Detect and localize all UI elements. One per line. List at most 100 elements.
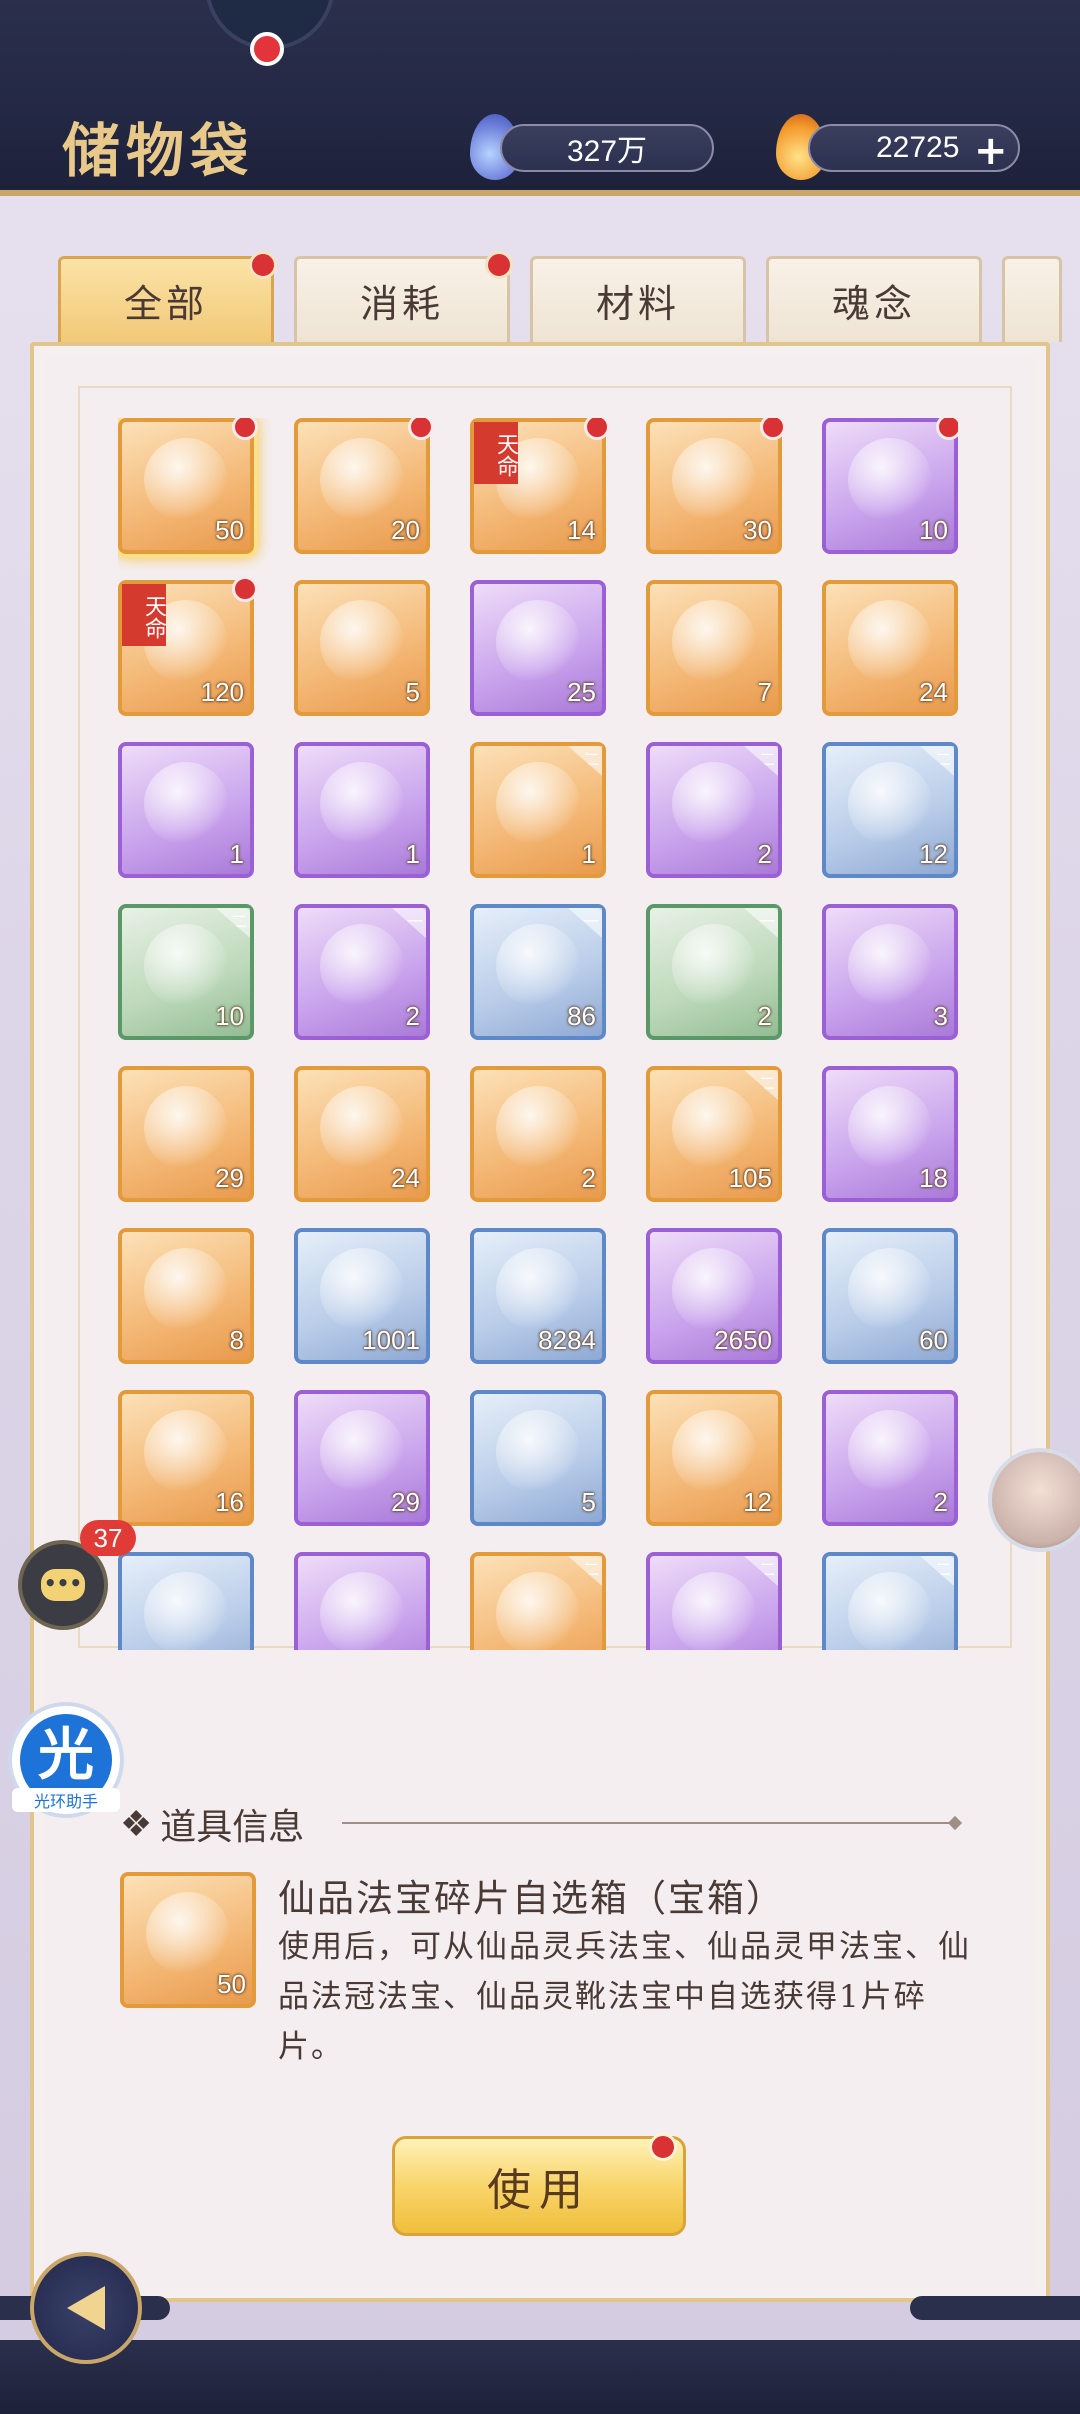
tab-more[interactable]: [1002, 256, 1062, 342]
tab-all[interactable]: 全部: [58, 251, 277, 342]
item-slot[interactable]: 7: [646, 580, 782, 716]
item-slot[interactable]: 60: [822, 1228, 958, 1364]
item-slot[interactable]: 1: [118, 742, 254, 878]
tab-consumables[interactable]: 消耗: [294, 251, 513, 342]
item-slot[interactable]: 1: [294, 742, 430, 878]
item-slot[interactable]: 一 86: [470, 904, 606, 1040]
item-icon: [496, 762, 580, 846]
item-slot[interactable]: 30: [646, 418, 786, 554]
item-slot[interactable]: 12: [646, 1390, 782, 1526]
notification-dot: [936, 418, 958, 440]
item-slot[interactable]: 2: [470, 1066, 606, 1202]
item-icon: [144, 438, 228, 522]
tab-label: 全部: [123, 282, 208, 326]
item-slot[interactable]: 8: [118, 1228, 254, 1364]
item-slot[interactable]: 一2: [294, 904, 430, 1040]
item-slot[interactable]: 二: [822, 1552, 958, 1650]
item-icon: [672, 924, 756, 1008]
item-slot[interactable]: 二 12: [822, 742, 958, 878]
notification-dot: [232, 576, 258, 602]
back-arrow-icon: [67, 2286, 105, 2330]
item-slot[interactable]: 天命 14: [470, 418, 610, 554]
item-icon: [320, 600, 404, 684]
item-slot[interactable]: 2650: [646, 1228, 782, 1364]
item-count: 86: [567, 1001, 596, 1031]
item-icon: [144, 924, 228, 1008]
page-title: 储物袋: [62, 117, 255, 185]
item-count: 18: [919, 1163, 948, 1193]
item-slot[interactable]: 二 10: [118, 904, 254, 1040]
item-count: 2: [757, 1001, 772, 1031]
item-slot[interactable]: 天命 120: [118, 576, 258, 716]
item-slot[interactable]: 24: [822, 580, 958, 716]
top-bar: 储物袋 327万 22725 +: [0, 0, 1080, 196]
bottom-bar: [0, 2340, 1080, 2414]
notification-dot: [760, 418, 786, 440]
item-slot[interactable]: 二: [470, 1552, 606, 1650]
item-count: 10: [919, 515, 948, 545]
item-icon: [320, 1572, 404, 1650]
item-icon: [672, 1410, 756, 1494]
helper-floating-button[interactable]: 光 光环助手: [8, 1702, 124, 1818]
notification-dot: [250, 32, 284, 66]
tab-materials[interactable]: 材料: [530, 256, 746, 342]
item-slot[interactable]: 29: [294, 1390, 430, 1526]
item-slot[interactable]: 29: [118, 1066, 254, 1202]
item-count: 29: [391, 1487, 420, 1517]
item-grid[interactable]: 50 20 天命 14 30 10 天命 120 5 25 7 24 1 1 二 1 二 2 二 12 二 10 一 2 一 86…: [118, 418, 958, 1650]
item-slot[interactable]: 5: [294, 580, 430, 716]
item-icon: [848, 600, 932, 684]
item-count: 8: [229, 1325, 244, 1355]
notification-dot: [249, 251, 277, 279]
item-slot[interactable]: 10: [822, 418, 958, 554]
item-slot[interactable]: 24: [294, 1066, 430, 1202]
item-icon: [848, 762, 932, 846]
item-count: 7: [757, 677, 772, 707]
item-slot[interactable]: 一2: [646, 904, 782, 1040]
item-count: 5: [405, 677, 420, 707]
item-slot[interactable]: 8284: [470, 1228, 606, 1364]
item-icon: [320, 924, 404, 1008]
item-count: 2650: [714, 1325, 772, 1355]
bottom-ornament-right: [910, 2296, 1080, 2320]
use-button[interactable]: 使用: [392, 2133, 686, 2236]
item-slot[interactable]: 2: [822, 1390, 958, 1526]
item-count: 10: [215, 1001, 244, 1031]
item-slot[interactable]: 50: [118, 418, 258, 554]
item-count: 1001: [362, 1325, 420, 1355]
item-icon: [672, 1248, 756, 1332]
tab-label: 材料: [595, 282, 680, 326]
item-slot[interactable]: 二: [646, 1552, 782, 1650]
item-slot[interactable]: 25: [470, 580, 606, 716]
grade-marker: 一: [744, 908, 778, 938]
item-slot[interactable]: 18: [822, 1066, 958, 1202]
grade-marker: 二: [920, 746, 954, 776]
item-count: 1: [229, 839, 244, 869]
item-icon: [848, 438, 932, 522]
item-icon: [848, 1410, 932, 1494]
item-slot[interactable]: 20: [294, 418, 434, 554]
add-currency-button[interactable]: +: [974, 128, 1008, 174]
item-icon: [496, 1248, 580, 1332]
item-count: 25: [567, 677, 596, 707]
grade-marker: 二: [568, 1556, 602, 1586]
selected-item-icon: 50: [120, 1872, 256, 2008]
item-slot[interactable]: [118, 1552, 254, 1650]
selected-item-name: 仙品法宝碎片自选箱（宝箱）: [278, 1877, 785, 1920]
back-button[interactable]: [30, 2252, 142, 2364]
item-count: 60: [919, 1325, 948, 1355]
item-slot[interactable]: 1001: [294, 1228, 430, 1364]
item-count: 50: [215, 515, 244, 545]
item-slot[interactable]: [294, 1552, 430, 1650]
item-slot[interactable]: 二1: [470, 742, 606, 878]
info-section-title: 道具信息: [160, 1807, 305, 1848]
diamond-icon: ❖: [120, 1803, 153, 1845]
item-slot[interactable]: 二 105: [646, 1066, 782, 1202]
item-slot[interactable]: 3: [822, 904, 958, 1040]
tab-soul[interactable]: 魂念: [766, 256, 982, 342]
item-slot[interactable]: 二2: [646, 742, 782, 878]
divider: [342, 1822, 956, 1824]
item-icon: [672, 1086, 756, 1170]
item-slot[interactable]: 5: [470, 1390, 606, 1526]
item-slot[interactable]: 16: [118, 1390, 254, 1526]
